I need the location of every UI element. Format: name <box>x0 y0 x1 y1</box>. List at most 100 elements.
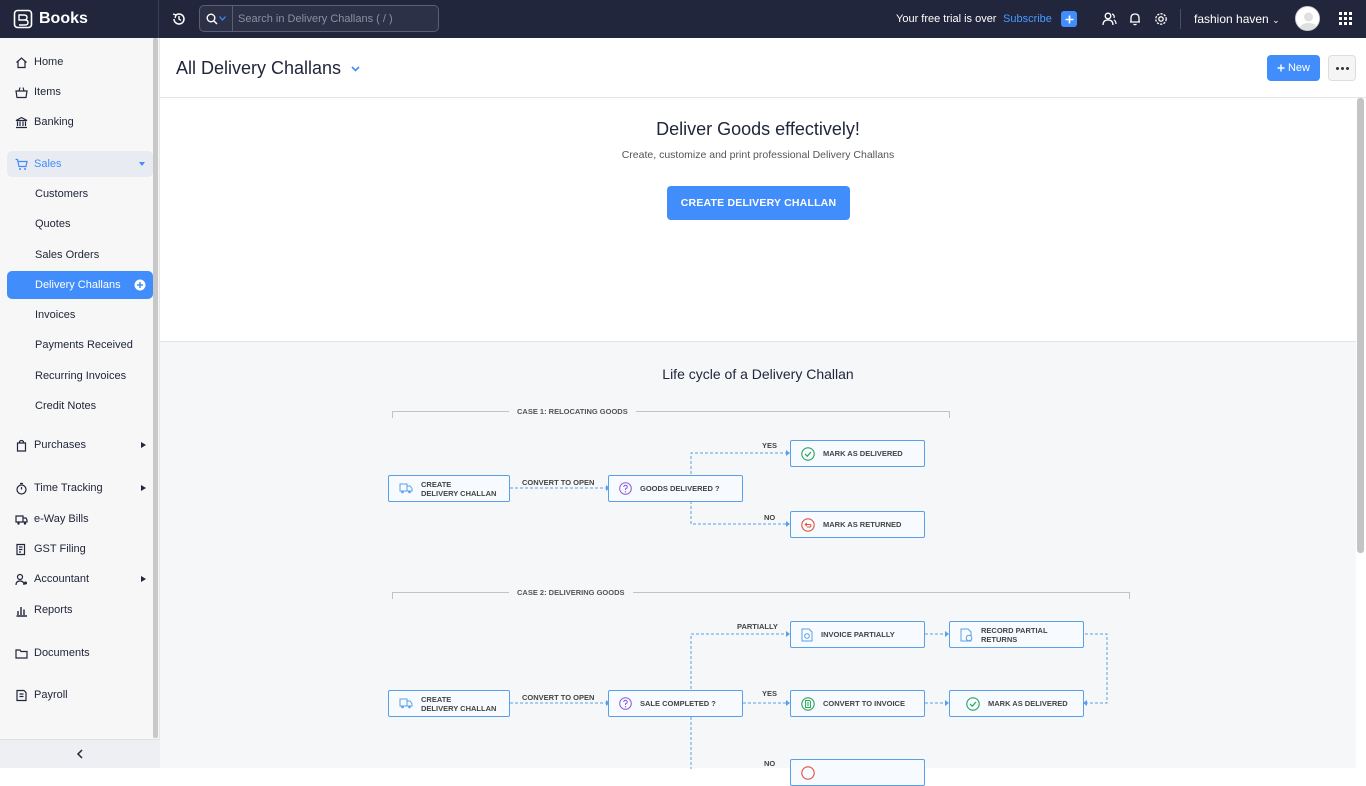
sidebar-item-reports[interactable]: Reports <box>7 598 153 622</box>
node-label: MARK AS RETURNED <box>823 520 902 529</box>
avatar[interactable] <box>1295 6 1320 31</box>
new-button[interactable]: New <box>1267 55 1320 81</box>
question-circle-icon <box>619 482 632 495</box>
add-circle-icon[interactable] <box>134 279 146 291</box>
sidebar-item-items[interactable]: Items <box>7 80 153 104</box>
return-document-icon <box>960 628 973 641</box>
app-grid-icon[interactable] <box>1339 12 1352 25</box>
cart-icon <box>15 158 28 170</box>
sidebar-item-customers[interactable]: Customers <box>7 180 153 207</box>
case2-question-node: SALE COMPLETED ? <box>608 690 743 717</box>
case2-edge-label: CONVERT TO OPEN <box>522 693 595 702</box>
node-label: CONVERT TO INVOICE <box>823 699 905 708</box>
sidebar-item-payroll[interactable]: Payroll <box>7 683 153 707</box>
case2-no-node <box>790 759 925 786</box>
sidebar-item-payments-received[interactable]: Payments Received <box>7 331 153 358</box>
gear-icon[interactable] <box>1154 12 1168 26</box>
shopping-bag-icon <box>16 439 27 452</box>
organization-name: fashion haven <box>1194 12 1269 26</box>
case2-no-label: NO <box>764 759 776 768</box>
sidebar-item-sales[interactable]: Sales <box>7 151 153 177</box>
plus-icon <box>1277 64 1285 72</box>
sidebar-item-home[interactable]: Home <box>7 50 153 74</box>
sidebar-scrollbar[interactable] <box>153 38 158 738</box>
sidebar-item-label: Home <box>34 56 64 68</box>
sidebar-item-recurring-invoices[interactable]: Recurring Invoices <box>7 362 153 389</box>
users-icon[interactable] <box>1102 12 1117 26</box>
folder-icon <box>15 648 28 659</box>
sidebar-item-delivery-challans[interactable]: Delivery Challans <box>7 271 153 299</box>
sidebar-item-label: Accountant <box>34 573 90 585</box>
chevron-down-icon[interactable] <box>351 66 360 72</box>
trial-status: Your free trial is over <box>896 13 997 25</box>
chevron-down-icon <box>219 16 226 21</box>
sidebar-item-credit-notes[interactable]: Credit Notes <box>7 392 153 419</box>
sidebar-item-label: Documents <box>34 647 90 659</box>
collapse-sidebar-button[interactable] <box>0 739 160 768</box>
case2-invoice-partially-node: INVOICE PARTIALLY <box>790 621 925 648</box>
sidebar-item-accountant[interactable]: Accountant <box>7 567 153 591</box>
divider <box>1180 9 1181 29</box>
case1-returned-node: MARK AS RETURNED <box>790 511 925 538</box>
page-title[interactable]: All Delivery Challans <box>176 58 341 79</box>
caret-right-icon <box>141 576 146 582</box>
chevron-left-icon <box>76 749 83 759</box>
sidebar-item-eway-bills[interactable]: e-Way Bills <box>7 507 153 531</box>
sidebar-item-purchases[interactable]: Purchases <box>7 433 153 457</box>
case2-create-node: CREATE DELIVERY CHALLAN <box>388 690 510 717</box>
basket-icon <box>15 86 28 98</box>
case2-delivered-node: MARK AS DELIVERED <box>949 690 1084 717</box>
main-scrollbar[interactable] <box>1357 98 1364 553</box>
case2-divider <box>392 592 1130 593</box>
new-button-label: New <box>1287 62 1310 74</box>
recent-history-icon[interactable] <box>171 11 187 27</box>
check-circle-icon <box>801 446 815 461</box>
bell-icon[interactable] <box>1128 12 1142 26</box>
node-label: SALE COMPLETED ? <box>640 699 716 708</box>
empty-state-subtitle: Create, customize and print professional… <box>621 149 895 161</box>
app-logo[interactable]: Books <box>0 0 159 38</box>
search-box[interactable] <box>199 5 439 32</box>
case1-yes-label: YES <box>762 441 778 450</box>
sidebar-item-label: GST Filing <box>34 543 86 555</box>
question-circle-icon <box>619 697 632 710</box>
caret-down-icon <box>139 162 145 166</box>
sidebar-item-quotes[interactable]: Quotes <box>7 210 153 237</box>
sidebar-item-label: Delivery Challans <box>35 279 121 291</box>
app-name: Books <box>39 10 88 27</box>
user-avatar-icon <box>1296 7 1319 30</box>
search-input[interactable] <box>233 12 433 25</box>
document-edit-icon <box>16 543 26 555</box>
case1-no-label: NO <box>764 513 776 522</box>
payroll-icon <box>16 689 27 701</box>
node-label: RECORD PARTIAL RETURNS <box>981 625 1048 644</box>
organization-switcher[interactable]: fashion haven ⌄ <box>1194 12 1280 26</box>
plus-icon <box>1065 15 1073 23</box>
more-options-button[interactable] <box>1328 55 1356 81</box>
accountant-icon <box>15 573 27 585</box>
case2-partially-label: PARTIALLY <box>737 622 778 631</box>
node-label: GOODS DELIVERED ? <box>640 484 720 493</box>
case1-delivered-node: MARK AS DELIVERED <box>790 440 925 467</box>
subscribe-link[interactable]: Subscribe <box>1003 13 1052 25</box>
case1-edge-label: CONVERT TO OPEN <box>522 478 595 487</box>
sidebar-item-banking[interactable]: Banking <box>7 110 153 134</box>
caret-right-icon <box>141 485 146 491</box>
invoice-convert-icon <box>801 696 815 711</box>
sidebar-item-label: Payroll <box>34 689 68 701</box>
sidebar-item-time-tracking[interactable]: Time Tracking <box>7 476 153 500</box>
sidebar-item-documents[interactable]: Documents <box>7 641 153 665</box>
divider <box>1129 592 1130 599</box>
create-delivery-challan-button[interactable]: CREATE DELIVERY CHALLAN <box>667 186 850 220</box>
sidebar-item-sales-orders[interactable]: Sales Orders <box>7 241 153 268</box>
truck-icon <box>399 698 413 709</box>
sidebar-item-invoices[interactable]: Invoices <box>7 301 153 328</box>
node-label: INVOICE PARTIALLY <box>821 630 895 639</box>
case2-yes-label: YES <box>762 689 778 698</box>
sidebar-item-gst-filing[interactable]: GST Filing <box>7 537 153 561</box>
search-scope-dropdown[interactable] <box>200 6 233 31</box>
quick-create-button[interactable] <box>1061 11 1077 27</box>
top-bar: Books Your free trial is over Subscribe … <box>0 0 1366 38</box>
books-logo-icon <box>13 9 33 29</box>
sidebar-item-label: Reports <box>34 604 73 616</box>
